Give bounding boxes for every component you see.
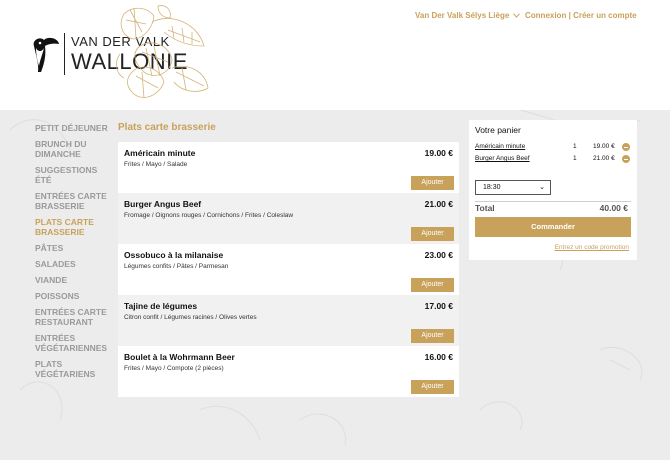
product-name: Burger Angus Beef [124,199,202,209]
cart-item-qty: 1 [573,155,577,162]
auth-links: Connexion | Créer un compte [525,11,637,20]
add-to-cart-button[interactable]: Ajouter [411,176,454,190]
sidebar-item-suggestions-ete[interactable]: SUGGESTIONS ÉTÉ [35,165,115,185]
location-selector[interactable]: Van Der Valk Sélys Liège [415,11,521,20]
total-label: Total [475,203,495,213]
add-to-cart-button[interactable]: Ajouter [411,227,454,241]
sidebar-item-petit-dejeuner[interactable]: PETIT DÉJEUNER [35,123,115,133]
add-to-cart-button[interactable]: Ajouter [411,329,454,343]
product-name: Tajine de légumes [124,301,198,311]
cart-item-price: 19.00 € [593,143,615,150]
product-description: Légumes confits / Pâtes / Parmesan [124,263,229,270]
site-header: VAN DER VALK WALLONIE Van Der Valk Sélys… [0,0,670,110]
sidebar-item-salades[interactable]: SALADES [35,259,115,269]
product-description: Frites / Mayo / Compote (2 pièces) [124,365,224,372]
product-card: Boulet à la Wohrmann Beer Frites / Mayo … [118,346,459,397]
pickup-time-select[interactable]: 18:30 ⌄ [475,180,551,195]
sidebar-item-entrees-vegetariennes[interactable]: ENTRÉES VÉGÉTARIENNES [35,333,115,353]
cart-item: Américain minute 1 19.00 € [475,143,631,153]
add-to-cart-button[interactable]: Ajouter [411,380,454,394]
sidebar-item-plats-vegetariens[interactable]: PLATS VÉGÉTARIENS [35,359,115,379]
cart-item-name[interactable]: Burger Angus Beef [475,155,530,162]
sidebar-item-brunch[interactable]: BRUNCH DU DIMANCHE [35,139,115,159]
product-name: Boulet à la Wohrmann Beer [124,352,235,362]
sidebar-item-viande[interactable]: VIANDE [35,275,115,285]
promo-code-link[interactable]: Entrez un code promotion [555,244,629,251]
category-sidebar: PETIT DÉJEUNER BRUNCH DU DIMANCHE SUGGES… [35,123,115,385]
cart-item-price: 21.00 € [593,155,615,162]
product-description: Citron confit / Légumes racines / Olives… [124,314,257,321]
sidebar-item-pates[interactable]: PÂTES [35,243,115,253]
product-card: Burger Angus Beef Fromage / Oignons roug… [118,193,459,244]
logo-divider [64,33,65,75]
product-price: 21.00 € [424,199,453,209]
chevron-down-icon: ⌄ [539,184,545,191]
botanical-illustration-icon [116,5,209,99]
sidebar-item-plats-brasserie[interactable]: PLATS CARTE BRASSERIE [35,217,115,237]
product-price: 23.00 € [424,250,453,260]
cart-title: Votre panier [475,125,521,135]
product-card: Tajine de légumes Citron confit / Légume… [118,295,459,346]
product-price: 19.00 € [424,148,453,158]
product-price: 17.00 € [424,301,453,311]
section-title: Plats carte brasserie [118,122,216,133]
product-card: Américain minute Frites / Mayo / Salade … [118,142,459,193]
sidebar-item-entrees-restaurant[interactable]: ENTRÉES CARTE RESTAURANT [35,307,115,327]
cart-panel: Votre panier Américain minute 1 19.00 € … [469,120,637,260]
product-price: 16.00 € [424,352,453,362]
remove-item-icon[interactable] [622,143,630,151]
product-description: Fromage / Oignons rouges / Cornichons / … [124,212,294,219]
chevron-down-icon [513,13,521,18]
sidebar-item-poissons[interactable]: POISSONS [35,291,115,301]
auth-separator: | [568,11,571,20]
cart-divider [475,201,631,202]
pickup-time-value: 18:30 [483,184,501,191]
order-button[interactable]: Commander [475,217,631,237]
product-name: Américain minute [124,148,196,158]
add-to-cart-button[interactable]: Ajouter [411,278,454,292]
product-name: Ossobuco à la milanaise [124,250,224,260]
cart-item-name[interactable]: Américain minute [475,143,525,150]
login-link[interactable]: Connexion [525,11,566,20]
toucan-logo-icon [33,37,59,72]
total-value: 40.00 € [599,203,628,213]
product-card: Ossobuco à la milanaise Légumes confits … [118,244,459,295]
remove-item-icon[interactable] [622,155,630,163]
signup-link[interactable]: Créer un compte [573,11,637,20]
sidebar-item-entrees-brasserie[interactable]: ENTRÉES CARTE BRASSERIE [35,191,115,211]
cart-item-qty: 1 [573,143,577,150]
cart-item: Burger Angus Beef 1 21.00 € [475,155,631,165]
product-description: Frites / Mayo / Salade [124,161,188,168]
location-label: Van Der Valk Sélys Liège [415,11,510,20]
